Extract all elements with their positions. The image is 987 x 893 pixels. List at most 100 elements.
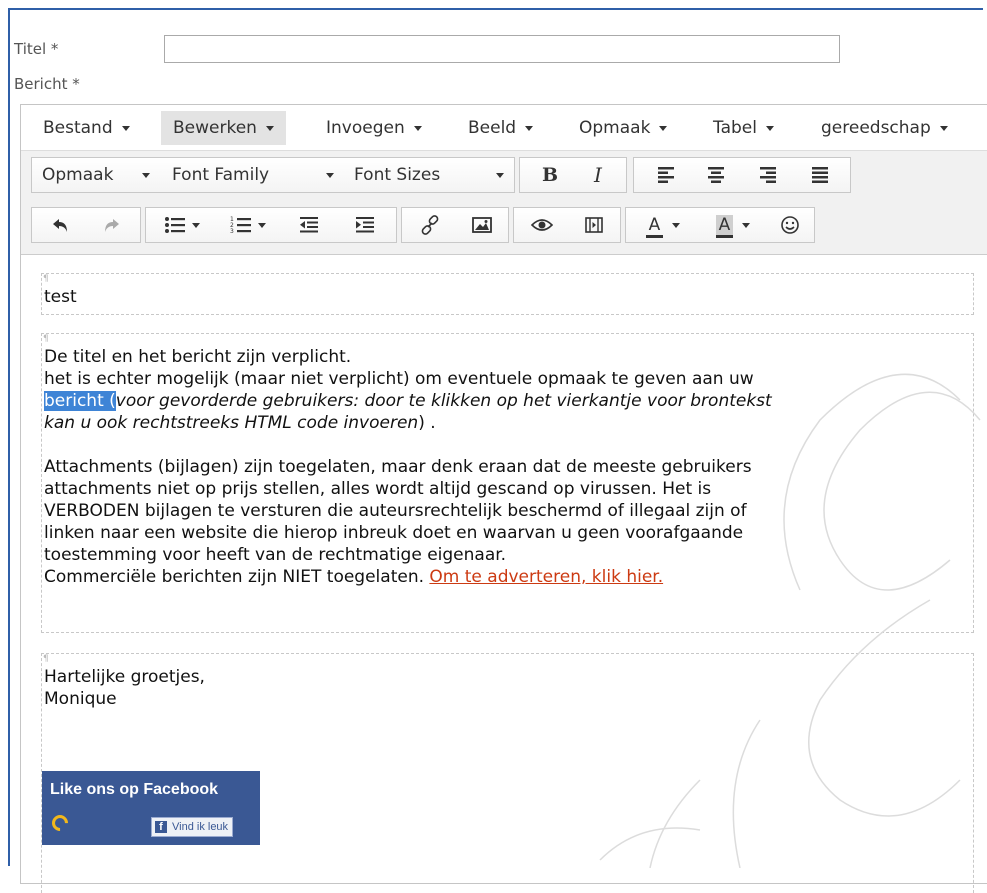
- menu-opmaak[interactable]: Opmaak: [567, 111, 679, 145]
- emoticon-button[interactable]: [768, 208, 812, 242]
- font-family-dropdown[interactable]: Font Family: [162, 158, 344, 192]
- menu-label: Tabel: [713, 118, 757, 138]
- facebook-like-button[interactable]: f Vind ik leuk: [151, 817, 233, 837]
- caret-down-icon: [265, 125, 274, 131]
- notice-line-2: het is echter mogelijk (maar niet verpli…: [44, 369, 754, 389]
- editor-toolbars: Opmaak Font Family Font Sizes B I 1 2 3 …: [21, 151, 987, 255]
- menu-label: Bestand: [43, 118, 113, 138]
- caret-down-icon: [326, 173, 334, 178]
- align-center-icon: [708, 167, 724, 183]
- content-block-notice[interactable]: ¶ De titel en het bericht zijn verplicht…: [41, 333, 974, 633]
- dropdown-label: Font Sizes: [354, 165, 441, 185]
- rich-text-editor: Bestand Bewerken Invoegen Beeld Opmaak T…: [20, 104, 987, 893]
- text-color-icon: A: [645, 215, 664, 238]
- menu-bestand[interactable]: Bestand: [31, 111, 142, 145]
- commercial-note: Commerciële berichten zijn NIET toegelat…: [44, 567, 424, 587]
- background-color-button[interactable]: A: [700, 208, 766, 242]
- attachments-line-2: attachments niet op prijs stellen, alles…: [44, 479, 712, 499]
- background-color-icon: A: [715, 215, 734, 238]
- menu-tabel[interactable]: Tabel: [701, 111, 786, 145]
- title-input[interactable]: [164, 35, 840, 63]
- editor-menubar: Bestand Bewerken Invoegen Beeld Opmaak T…: [21, 105, 987, 151]
- text-color-button[interactable]: A: [630, 208, 696, 242]
- numbered-list-button[interactable]: 123: [216, 208, 280, 242]
- menu-label: Opmaak: [579, 118, 651, 138]
- menu-label: gereedschap: [821, 118, 931, 138]
- like-button-label: Vind ik leuk: [172, 821, 229, 833]
- italic-text-2: kan u ook rechtstreeks HTML code invoere…: [44, 413, 419, 433]
- attachments-line-4: linken naar een website die hierop inbre…: [44, 523, 744, 543]
- dropdown-label: Font Family: [172, 165, 270, 185]
- redo-icon: [105, 219, 119, 232]
- caret-down-icon: [525, 125, 534, 131]
- align-center-button[interactable]: [692, 158, 740, 192]
- facebook-like-banner[interactable]: Like ons op Facebook f Vind ik leuk: [42, 771, 260, 845]
- outdent-button[interactable]: [284, 208, 334, 242]
- menu-invoegen[interactable]: Invoegen: [314, 111, 434, 145]
- bullet-list-icon: [165, 217, 185, 233]
- format-dropdown[interactable]: Opmaak: [32, 158, 160, 192]
- notice-tail: ) .: [418, 413, 436, 433]
- link-image-group: [401, 207, 509, 243]
- caret-down-icon: [192, 222, 200, 228]
- preview-media-group: [513, 207, 621, 243]
- link-icon: [421, 215, 439, 235]
- caret-down-icon: [939, 125, 948, 131]
- align-justify-icon: [812, 167, 828, 183]
- format-dropdowns-group: Opmaak Font Family Font Sizes: [31, 157, 515, 193]
- italic-button[interactable]: I: [578, 158, 618, 192]
- font-sizes-dropdown[interactable]: Font Sizes: [344, 158, 514, 192]
- insert-image-button[interactable]: [458, 208, 506, 242]
- menu-beeld[interactable]: Beeld: [456, 111, 545, 145]
- menu-bewerken[interactable]: Bewerken: [161, 111, 286, 145]
- content-block-title[interactable]: ¶ test: [41, 273, 974, 315]
- bold-button[interactable]: B: [530, 158, 570, 192]
- indent-button[interactable]: [340, 208, 390, 242]
- list-indent-group: 123: [145, 207, 397, 243]
- caret-down-icon: [142, 173, 150, 178]
- editor-content-area[interactable]: ¶ test ¶ De titel en het bericht zijn ve…: [21, 255, 987, 893]
- bold-italic-group: B I: [519, 157, 627, 193]
- signature-name: Monique: [44, 689, 117, 709]
- content-block-signature[interactable]: ¶ Hartelijke groetjes, Monique Like ons …: [41, 653, 974, 893]
- menu-label: Bewerken: [173, 118, 257, 138]
- image-icon: [472, 217, 492, 233]
- insert-media-button[interactable]: [570, 208, 618, 242]
- caret-down-icon: [765, 125, 774, 131]
- caret-down-icon: [258, 222, 266, 228]
- menu-gereedschap[interactable]: gereedschap: [809, 111, 960, 145]
- link-button[interactable]: [406, 208, 454, 242]
- advertise-link[interactable]: Om te adverteren, klik hier.: [429, 567, 663, 587]
- attachments-line-3: VERBODEN bijlagen te versturen die auteu…: [44, 501, 747, 521]
- menu-label: Beeld: [468, 118, 517, 138]
- color-emoticon-group: A A: [625, 207, 815, 243]
- notice-line-3: bericht (voor gevorderde gebruikers: doo…: [44, 390, 973, 412]
- attachments-line-6: Commerciële berichten zijn NIET toegelat…: [44, 566, 973, 588]
- outdent-icon: [300, 217, 318, 233]
- selected-text: bericht (: [44, 391, 116, 411]
- paragraph-marker-icon: ¶: [43, 274, 49, 284]
- caret-down-icon: [742, 222, 751, 228]
- greeting-text: Hartelijke groetjes,: [44, 667, 205, 687]
- message-label: Bericht *: [14, 75, 80, 93]
- redo-button[interactable]: [88, 208, 134, 242]
- svg-text:3: 3: [230, 228, 234, 234]
- caret-down-icon: [659, 125, 668, 131]
- rainbow-logo-icon: [48, 811, 72, 835]
- block-text: test: [44, 287, 77, 307]
- paragraph-marker-icon: ¶: [43, 334, 49, 344]
- bullet-list-button[interactable]: [150, 208, 214, 242]
- align-justify-button[interactable]: [796, 158, 844, 192]
- align-right-icon: [760, 167, 776, 183]
- paragraph-marker-icon: ¶: [43, 654, 49, 664]
- notice-line-4: kan u ook rechtstreeks HTML code invoere…: [44, 412, 973, 434]
- undo-button[interactable]: [38, 208, 84, 242]
- attachments-line-1: Attachments (bijlagen) zijn toegelaten, …: [44, 457, 752, 477]
- preview-button[interactable]: [518, 208, 566, 242]
- caret-down-icon: [121, 125, 130, 131]
- align-left-button[interactable]: [642, 158, 690, 192]
- numbered-list-icon: 123: [230, 216, 251, 235]
- undo-redo-group: [31, 207, 141, 243]
- align-right-button[interactable]: [744, 158, 792, 192]
